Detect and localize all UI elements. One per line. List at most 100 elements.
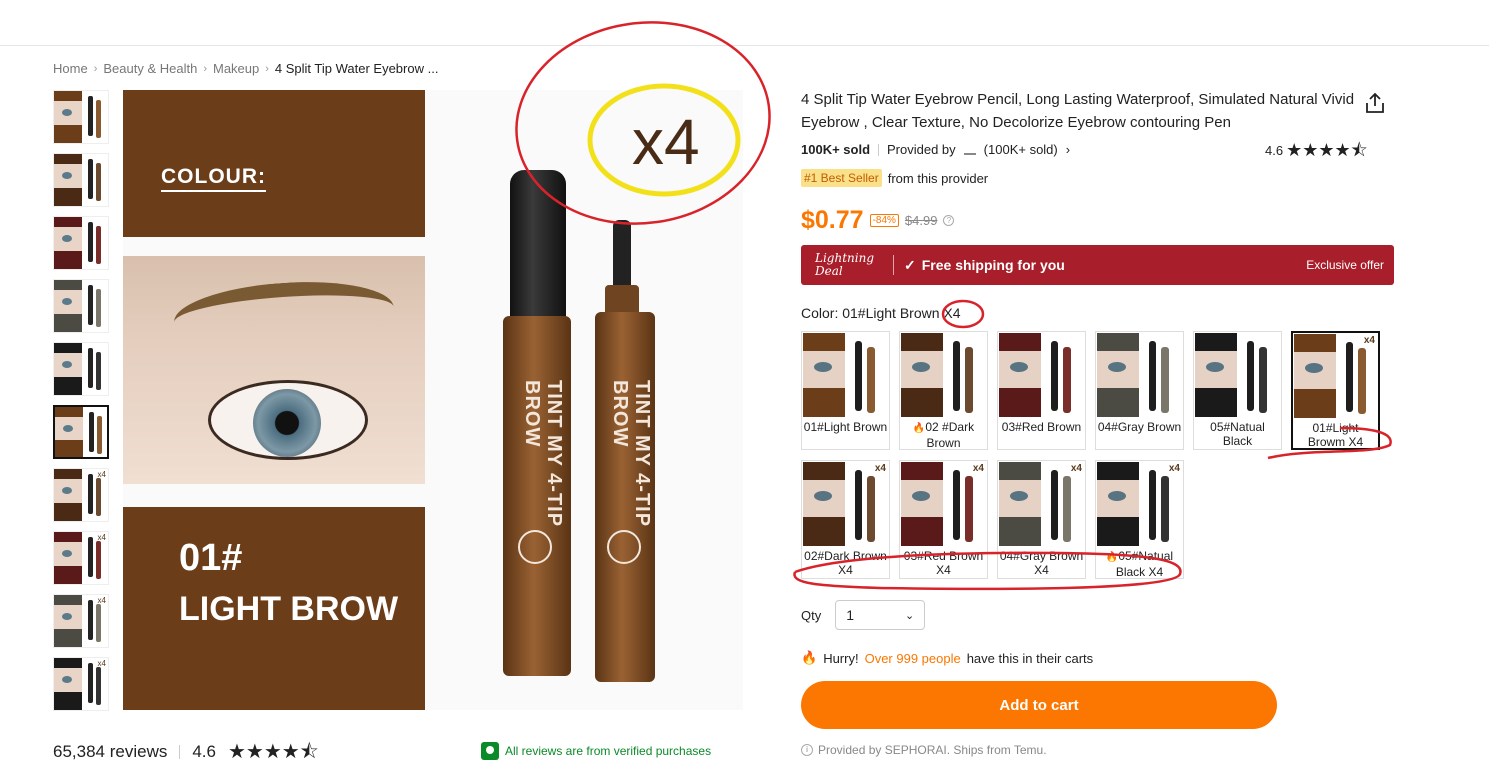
quantity-value: 1 bbox=[846, 607, 855, 623]
color-swatch[interactable]: x4 03#Red Brown X4 bbox=[899, 460, 988, 579]
free-shipping: ✓ Free shipping for you bbox=[904, 257, 1065, 274]
pen-logo-icon bbox=[607, 530, 641, 564]
swatch-label-text: 03#Red Brown X4 bbox=[903, 549, 984, 577]
thumbnail-1[interactable] bbox=[53, 90, 109, 144]
pen-cap bbox=[510, 170, 566, 320]
breadcrumb-makeup[interactable]: Makeup bbox=[213, 61, 259, 76]
provider-link[interactable]: (100K+ sold) bbox=[984, 142, 1058, 157]
shield-icon bbox=[481, 742, 499, 760]
color-swatch[interactable]: x4 02#Dark Brown X4 bbox=[801, 460, 890, 579]
breadcrumb-beauty[interactable]: Beauty & Health bbox=[103, 61, 197, 76]
x4-badge: x4 bbox=[972, 463, 984, 474]
selected-color-label: Color: 01#Light Brown X4 bbox=[801, 305, 961, 321]
provider-logo-icon bbox=[963, 145, 976, 155]
swatch-label: 04#Gray Brown bbox=[1096, 420, 1183, 434]
review-count: 65,384 reviews bbox=[53, 742, 168, 761]
qty-label: Qty bbox=[801, 607, 822, 623]
lightning-deal-logo: Lightning Deal bbox=[815, 251, 875, 278]
share-icon[interactable] bbox=[1364, 92, 1386, 114]
breadcrumb-home[interactable]: Home bbox=[53, 61, 88, 76]
flame-icon: 🔥 bbox=[1105, 552, 1119, 563]
chevron-right-icon: › bbox=[93, 62, 98, 75]
color-swatch[interactable]: 🔥02 #Dark Brown bbox=[899, 331, 988, 450]
x4-badge: x4 bbox=[1070, 463, 1082, 474]
exclusive-offer: Exclusive offer bbox=[1306, 258, 1384, 272]
product-rating[interactable]: 4.6 ★★★★⯪ bbox=[1265, 141, 1368, 159]
verified-text: All reviews are from verified purchases bbox=[505, 744, 712, 758]
best-seller-badge: #1 Best Seller bbox=[801, 169, 882, 187]
thumbnail-3[interactable] bbox=[53, 216, 109, 270]
thumbnail-5[interactable] bbox=[53, 342, 109, 396]
pen-logo-icon bbox=[518, 530, 552, 564]
thumbnail-10[interactable]: x4 bbox=[53, 657, 109, 711]
color-swatch[interactable]: 03#Red Brown bbox=[997, 331, 1086, 450]
x4-badge: x4 bbox=[97, 596, 106, 605]
price-row: $0.77 -84% $4.99 ? bbox=[801, 206, 955, 235]
color-swatch[interactable]: 05#Natual Black bbox=[1193, 331, 1282, 450]
colour-band bbox=[123, 90, 425, 237]
main-product-image[interactable]: COLOUR: 01# LIGHT BROW TINT MY 4-TIP BRO… bbox=[123, 90, 743, 710]
rating-value: 4.6 bbox=[1265, 142, 1284, 158]
current-price: $0.77 bbox=[801, 206, 864, 234]
x4-badge: x4 bbox=[97, 659, 106, 668]
review-rating: 4.6 bbox=[192, 742, 216, 761]
sold-count: 100K+ sold bbox=[801, 142, 871, 157]
pen-neck bbox=[605, 285, 639, 315]
thumbnail-4[interactable] bbox=[53, 279, 109, 333]
reviews-summary: 65,384 reviews 4.6 ★★★★⯪ bbox=[53, 742, 319, 762]
free-shipping-text: Free shipping for you bbox=[921, 257, 1065, 273]
breadcrumb-current: 4 Split Tip Water Eyebrow ... bbox=[274, 61, 439, 76]
discount-badge: -84% bbox=[869, 214, 899, 227]
swatch-label: 05#Natual Black bbox=[1194, 420, 1281, 448]
color-swatch[interactable]: 04#Gray Brown bbox=[1095, 331, 1184, 450]
swatch-label-text: 01#Light Browm X4 bbox=[1307, 421, 1364, 449]
chevron-right-icon: › bbox=[265, 62, 269, 75]
check-icon: ✓ bbox=[904, 256, 916, 273]
swatch-label: 🔥02 #Dark Brown bbox=[900, 420, 987, 449]
swatch-label: 01#Light Brown bbox=[802, 420, 889, 434]
eye bbox=[208, 380, 368, 460]
colour-label: COLOUR: bbox=[161, 165, 266, 192]
breadcrumb: Home › Beauty & Health › Makeup › 4 Spli… bbox=[53, 61, 438, 76]
swatch-label: 04#Gray Brown X4 bbox=[998, 549, 1085, 577]
thumbnail-8[interactable]: x4 bbox=[53, 531, 109, 585]
thumbnail-7[interactable]: x4 bbox=[53, 468, 109, 522]
quantity-select[interactable]: 1 ⌄ bbox=[835, 600, 926, 630]
swatch-label: 03#Red Brown X4 bbox=[900, 549, 987, 577]
hurry-prefix: Hurry! bbox=[823, 650, 859, 666]
color-swatch[interactable]: 01#Light Brown bbox=[801, 331, 890, 450]
best-seller-row: #1 Best Seller from this provider bbox=[801, 169, 988, 187]
info-icon[interactable]: ? bbox=[943, 215, 955, 226]
add-to-cart-button[interactable]: Add to cart bbox=[801, 681, 1277, 729]
color-swatch[interactable]: x4 04#Gray Brown X4 bbox=[997, 460, 1086, 579]
swatch-label: 🔥05#Natual Black X4 bbox=[1096, 549, 1183, 579]
pen-text: TINT MY 4-TIP BROW bbox=[521, 380, 565, 527]
swatch-label-text: 02#Dark Brown X4 bbox=[804, 549, 887, 577]
header-divider bbox=[0, 45, 1489, 46]
x4-badge: x4 bbox=[874, 463, 886, 474]
hurry-count: Over 999 people bbox=[864, 650, 961, 666]
swatch-label-text: 01#Light Brown bbox=[803, 420, 888, 434]
x4-badge: x4 bbox=[1363, 335, 1375, 346]
chevron-down-icon: ⌄ bbox=[905, 609, 915, 622]
swatch-label-text: 05#Natual Black bbox=[1210, 420, 1265, 448]
color-swatch[interactable]: x4 01#Light Browm X4 bbox=[1291, 331, 1380, 450]
pen-tip bbox=[613, 220, 631, 290]
swatch-label: 03#Red Brown bbox=[998, 420, 1085, 434]
swatch-label-text: 04#Gray Brown bbox=[1097, 420, 1182, 434]
flame-icon: 🔥 bbox=[801, 650, 818, 665]
product-title: 4 Split Tip Water Eyebrow Pencil, Long L… bbox=[801, 91, 1355, 131]
swatch-label-text: 05#Natual Black X4 bbox=[1115, 549, 1174, 579]
x4-badge: x4 bbox=[1168, 463, 1180, 474]
verified-purchases: All reviews are from verified purchases bbox=[481, 742, 711, 760]
swatch-label: 01#Light Browm X4 bbox=[1293, 421, 1378, 449]
color-swatch[interactable]: x4 🔥05#Natual Black X4 bbox=[1095, 460, 1184, 579]
best-seller-text: from this provider bbox=[887, 170, 989, 186]
thumbnail-6[interactable] bbox=[53, 405, 109, 459]
chevron-right-icon[interactable]: › bbox=[1066, 142, 1070, 157]
info-icon: i bbox=[801, 744, 813, 756]
thumbnail-2[interactable] bbox=[53, 153, 109, 207]
star-rating-icon: ★★★★⯪ bbox=[1286, 140, 1368, 160]
thumbnail-9[interactable]: x4 bbox=[53, 594, 109, 648]
shade-number: 01# bbox=[179, 537, 243, 579]
